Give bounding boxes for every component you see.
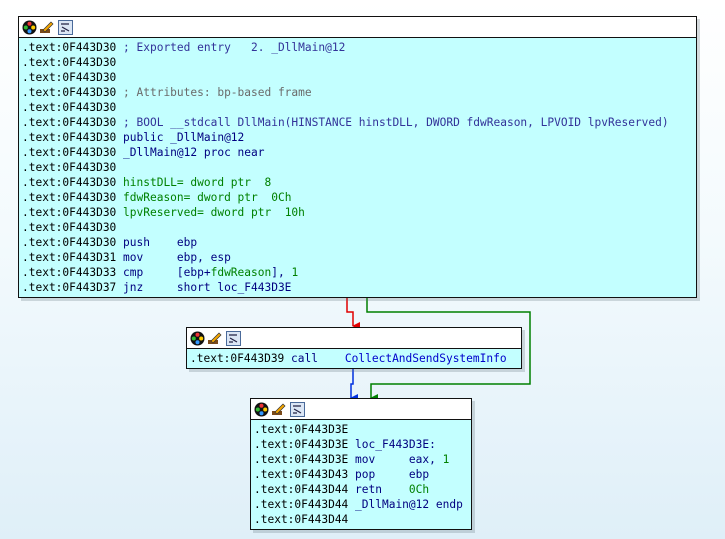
edit-pencil-icon[interactable] [39, 19, 55, 35]
code-block-call[interactable]: .text:0F443D39 call CollectAndSendSystem… [186, 327, 522, 369]
code-line[interactable]: .text:0F443D30 [19, 70, 696, 85]
graph-layout-icon[interactable] [289, 401, 305, 417]
code-line[interactable]: .text:0F443D30 fdwReason= dword ptr 0Ch [19, 190, 696, 205]
code-line[interactable]: .text:0F443D44 [251, 512, 471, 527]
code-line[interactable]: .text:0F443D30 [19, 160, 696, 175]
code-line[interactable]: .text:0F443D3E loc_F443D3E: [251, 437, 471, 452]
code-line[interactable]: .text:0F443D30 ; Exported entry 2. _DllM… [19, 40, 696, 55]
edge-uncond [350, 368, 358, 402]
graph-layout-icon[interactable] [57, 19, 73, 35]
code-line[interactable]: .text:0F443D30 [19, 220, 696, 235]
edit-pencil-icon[interactable] [207, 330, 223, 346]
color-palette-icon[interactable] [21, 19, 37, 35]
code-line[interactable]: .text:0F443D43 pop ebp [251, 467, 471, 482]
code-block-return[interactable]: .text:0F443D3E .text:0F443D3E loc_F443D3… [250, 398, 472, 530]
block-code-lines: .text:0F443D39 call CollectAndSendSystem… [187, 349, 521, 366]
code-line[interactable]: .text:0F443D30 _DllMain@12 proc near [19, 145, 696, 160]
code-line[interactable]: .text:0F443D30 public _DllMain@12 [19, 130, 696, 145]
code-line[interactable]: .text:0F443D39 call CollectAndSendSystem… [187, 351, 521, 366]
code-line[interactable]: .text:0F443D31 mov ebp, esp [19, 250, 696, 265]
graph-layout-icon[interactable] [225, 330, 241, 346]
code-line[interactable]: .text:0F443D37 jnz short loc_F443D3E [19, 280, 696, 295]
code-line[interactable]: .text:0F443D33 cmp [ebp+fdwReason], 1 [19, 265, 696, 280]
code-line[interactable]: .text:0F443D30 push ebp [19, 235, 696, 250]
code-block-entry[interactable]: .text:0F443D30 ; Exported entry 2. _DllM… [18, 16, 697, 298]
block-header [19, 17, 696, 38]
edge-true [346, 297, 360, 330]
block-header [251, 399, 471, 420]
code-line[interactable]: .text:0F443D30 [19, 55, 696, 70]
block-code-lines: .text:0F443D3E .text:0F443D3E loc_F443D3… [251, 420, 471, 527]
block-header [187, 328, 521, 349]
edit-pencil-icon[interactable] [271, 401, 287, 417]
code-line[interactable]: .text:0F443D3E [251, 422, 471, 437]
color-palette-icon[interactable] [253, 401, 269, 417]
code-line[interactable]: .text:0F443D30 lpvReserved= dword ptr 10… [19, 205, 696, 220]
code-line[interactable]: .text:0F443D30 ; Attributes: bp-based fr… [19, 85, 696, 100]
code-line[interactable]: .text:0F443D30 [19, 100, 696, 115]
code-line[interactable]: .text:0F443D44 _DllMain@12 endp [251, 497, 471, 512]
block-code-lines: .text:0F443D30 ; Exported entry 2. _DllM… [19, 38, 696, 295]
color-palette-icon[interactable] [189, 330, 205, 346]
code-line[interactable]: .text:0F443D30 ; BOOL __stdcall DllMain(… [19, 115, 696, 130]
code-line[interactable]: .text:0F443D30 hinstDLL= dword ptr 8 [19, 175, 696, 190]
code-line[interactable]: .text:0F443D44 retn 0Ch [251, 482, 471, 497]
code-line[interactable]: .text:0F443D3E mov eax, 1 [251, 452, 471, 467]
